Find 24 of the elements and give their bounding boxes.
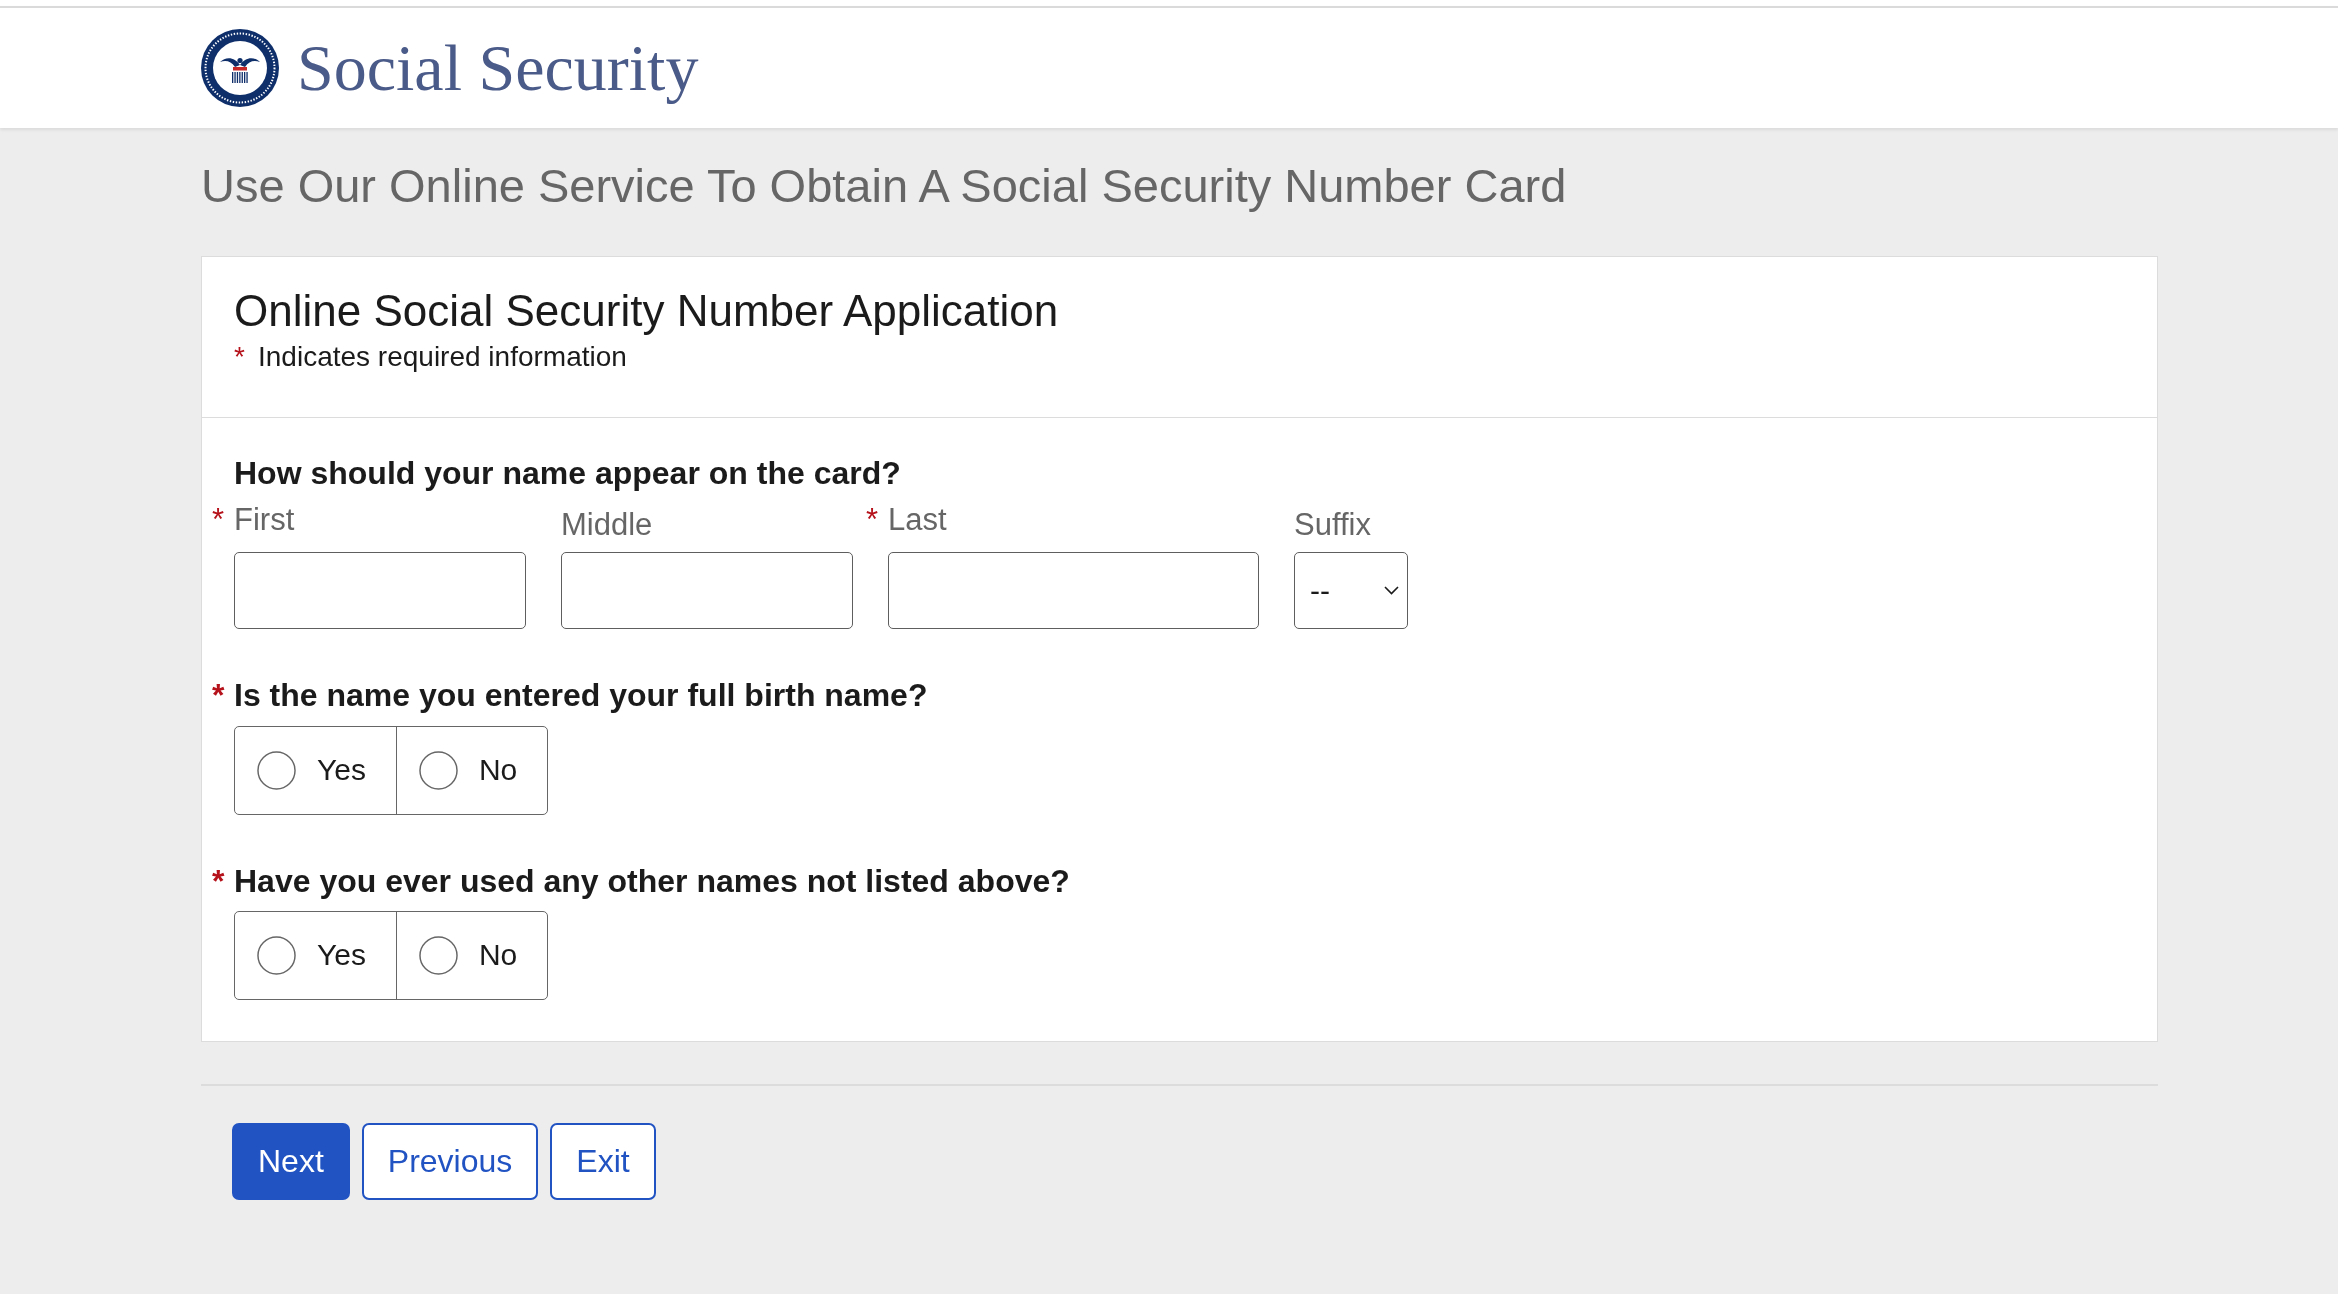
field-label: Suffix [1294,506,1371,544]
question-text: How should your name appear on the card? [234,453,901,493]
question-text: * Have you ever used any other names not listed above? [212,861,1070,900]
site-title: Social Security [297,31,699,105]
chevron-down-icon [1384,586,1399,596]
outline-button[interactable]: Exit [550,1122,656,1200]
text-input-field[interactable] [561,552,853,630]
seal-logo-icon [201,29,279,107]
field-label: * Last [866,501,947,539]
field-label: * First [212,501,295,539]
radio-option[interactable]: No [395,911,548,999]
page-title: Use Our Online Service To Obtain A Social Security Number Card [201,158,1568,214]
radio-option[interactable]: No [395,726,548,814]
suffix-select[interactable]: -- [1294,552,1408,630]
required-note: * Indicates required information [234,340,627,374]
question-text: * Is the name you entered your full birth name? [212,676,928,715]
text-input-field[interactable] [234,552,526,630]
text-input-field[interactable] [888,552,1259,630]
next-button[interactable]: Next [232,1122,350,1200]
field-label: Middle [561,506,653,544]
radio-option[interactable]: Yes [235,911,396,999]
outline-button[interactable]: Previous [361,1122,539,1200]
form-title: Online Social Security Number Application [234,285,1060,338]
radio-option[interactable]: Yes [235,726,396,814]
